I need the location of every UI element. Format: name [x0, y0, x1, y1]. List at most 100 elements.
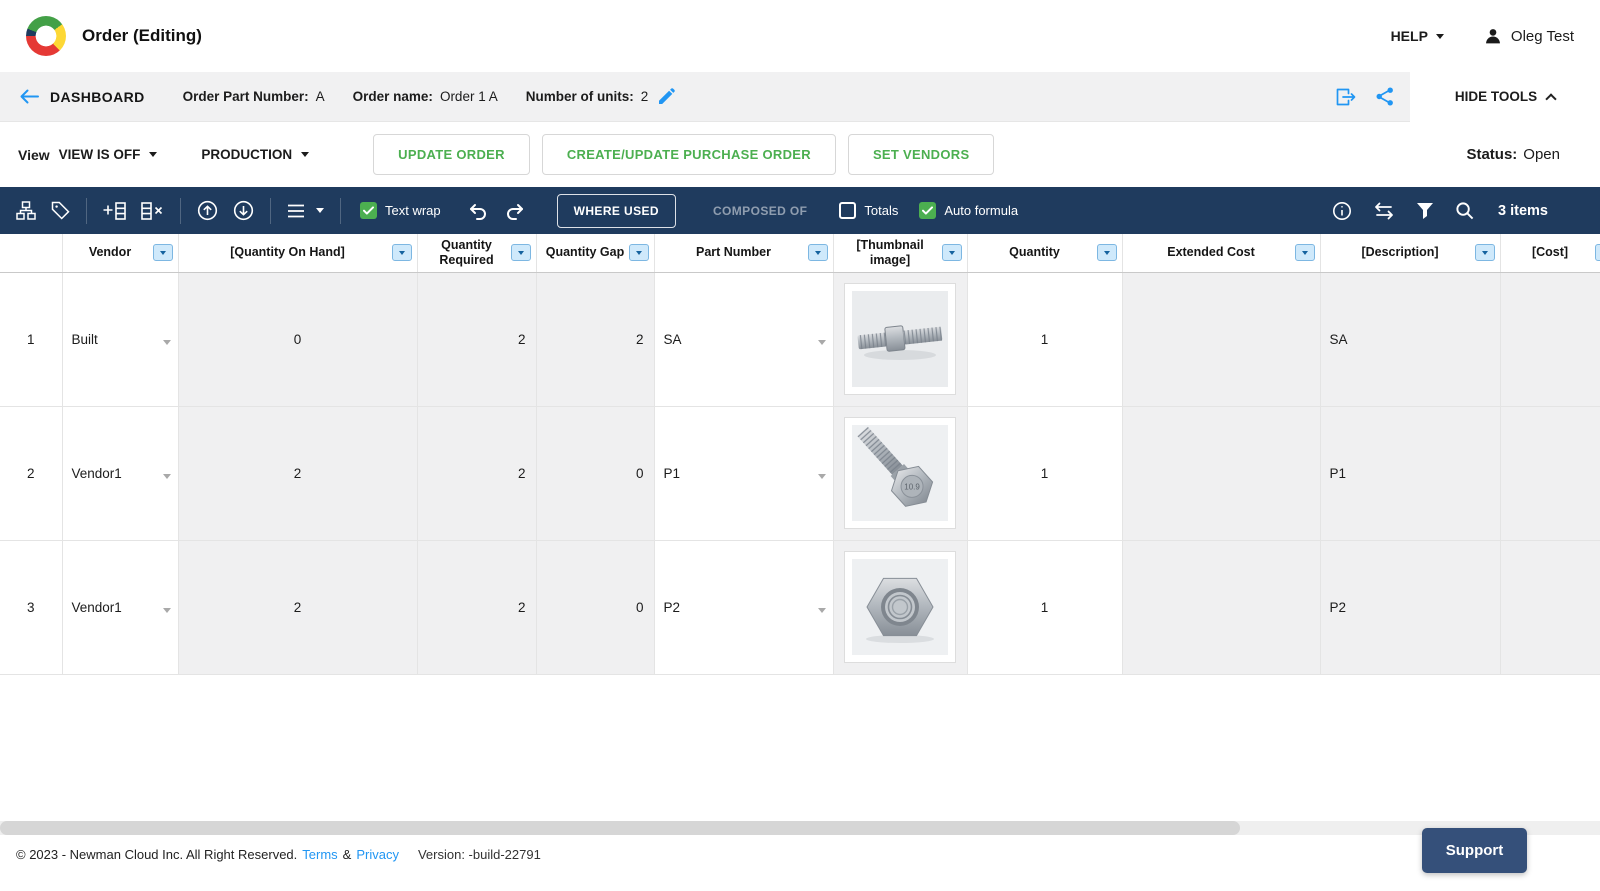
back-to-dashboard[interactable]: DASHBOARD: [20, 89, 145, 105]
order-part-number-label: Order Part Number:: [182, 89, 309, 104]
cell-extended-cost: [1122, 272, 1321, 407]
copyright-text: © 2023 - Newman Cloud Inc. All Right Res…: [16, 847, 298, 862]
caret-down-icon: [316, 208, 324, 213]
text-wrap-toggle[interactable]: Text wrap: [360, 202, 441, 219]
cell-quantity[interactable]: 1: [967, 406, 1123, 541]
filter-icon[interactable]: [391, 244, 412, 262]
terms-link[interactable]: Terms: [302, 847, 337, 862]
col-label: Quantity: [1009, 245, 1060, 260]
transfer-arrows-icon[interactable]: [1371, 200, 1397, 222]
help-menu[interactable]: HELP: [1391, 28, 1444, 44]
col-label: [Thumbnail image]: [856, 237, 924, 267]
toolbar-separator: [340, 197, 341, 224]
sitemap-icon[interactable]: [14, 199, 38, 222]
auto-formula-toggle[interactable]: Auto formula: [919, 202, 1018, 219]
privacy-link[interactable]: Privacy: [356, 847, 399, 862]
caret-down-icon: [301, 152, 310, 157]
dropdown-caret-icon[interactable]: [817, 333, 826, 348]
search-icon[interactable]: [1453, 199, 1476, 222]
move-down-icon[interactable]: [231, 198, 256, 223]
filter-icon[interactable]: [1414, 200, 1436, 222]
support-button[interactable]: Support: [1422, 828, 1527, 873]
filter-icon[interactable]: [628, 244, 649, 262]
create-update-purchase-order-button[interactable]: CREATE/UPDATE PURCHASE ORDER: [541, 134, 836, 175]
cell-quantity-gap: 0: [536, 406, 655, 541]
filter-icon[interactable]: [152, 244, 173, 262]
order-items-grid: Vendor [Quantity On Hand] Quantity Requi…: [0, 234, 1600, 675]
cell-quantity[interactable]: 1: [967, 540, 1123, 675]
production-dropdown[interactable]: PRODUCTION: [201, 147, 310, 162]
cell-vendor[interactable]: Vendor1: [62, 406, 179, 541]
where-used-button[interactable]: WHERE USED: [556, 193, 676, 228]
cell-part-number[interactable]: SA: [654, 272, 834, 407]
cell-extended-cost: [1122, 540, 1321, 675]
move-up-icon[interactable]: [195, 198, 220, 223]
cell-part-number[interactable]: P2: [654, 540, 834, 675]
view-label: View: [18, 146, 50, 163]
filter-icon[interactable]: [510, 244, 531, 262]
ampersand: &: [342, 847, 352, 862]
delete-line-icon[interactable]: [139, 200, 166, 222]
cell-quantity[interactable]: 1: [967, 272, 1123, 407]
bolt-assembly-thumbnail[interactable]: [844, 283, 956, 395]
cell-row-number: 2: [0, 406, 63, 541]
edit-pencil-icon[interactable]: [658, 88, 676, 105]
undo-icon[interactable]: [465, 200, 491, 222]
units-value: 2: [640, 89, 649, 104]
toolbar-separator: [86, 197, 87, 224]
cell-vendor[interactable]: Vendor1: [62, 540, 179, 675]
totals-toggle[interactable]: Totals: [839, 202, 898, 219]
filter-icon[interactable]: [1594, 244, 1600, 262]
cell-quantity-gap: 2: [536, 272, 655, 407]
order-name-label: Order name:: [352, 89, 433, 104]
dropdown-caret-icon[interactable]: [162, 467, 171, 482]
dropdown-caret-icon[interactable]: [162, 601, 171, 616]
filter-icon[interactable]: [807, 244, 828, 262]
checkbox-checked-icon: [360, 202, 377, 219]
composed-of-button[interactable]: COMPOSED OF: [713, 204, 807, 218]
export-icon[interactable]: [1336, 88, 1356, 106]
units-label: Number of units:: [525, 89, 634, 104]
checkbox-unchecked-icon: [839, 202, 857, 219]
cell-description: SA: [1320, 272, 1501, 407]
hex-nut-image: [852, 559, 948, 655]
dropdown-caret-icon[interactable]: [162, 333, 171, 348]
hex-bolt-thumbnail[interactable]: 10.9: [844, 417, 956, 529]
share-icon[interactable]: [1376, 87, 1394, 106]
cell-vendor[interactable]: Built: [62, 272, 179, 407]
dropdown-caret-icon[interactable]: [817, 467, 826, 482]
svg-text:10.9: 10.9: [904, 482, 920, 491]
cell-thumbnail: [833, 540, 968, 675]
filter-icon[interactable]: [1096, 244, 1117, 262]
user-menu[interactable]: Oleg Test: [1484, 27, 1574, 45]
scrollbar-thumb[interactable]: [0, 821, 1240, 835]
hex-nut-thumbnail[interactable]: [844, 551, 956, 663]
toolbar-separator: [180, 197, 181, 224]
view-dropdown[interactable]: View VIEW IS OFF: [18, 146, 158, 163]
toolbar-separator: [270, 197, 271, 224]
cell-part-number[interactable]: P1: [654, 406, 834, 541]
col-header-quantity-on-hand: [Quantity On Hand]: [178, 234, 418, 273]
hide-tools-button[interactable]: HIDE TOOLS: [1410, 71, 1600, 122]
user-name: Oleg Test: [1510, 27, 1574, 45]
cell-quantity-required: 2: [417, 540, 537, 675]
col-label: Quantity Gap: [545, 245, 625, 260]
dropdown-caret-icon[interactable]: [817, 601, 826, 616]
filter-icon[interactable]: [1294, 244, 1315, 262]
tag-icon[interactable]: [49, 199, 72, 222]
text-wrap-label: Text wrap: [385, 203, 441, 218]
filter-icon[interactable]: [1474, 244, 1495, 262]
filter-icon[interactable]: [941, 244, 962, 262]
table-row: 1 Built 0 2 2 SA 1 SA: [0, 272, 1600, 407]
redo-icon[interactable]: [502, 200, 528, 222]
add-line-icon[interactable]: [101, 200, 128, 222]
cell-quantity-required: 2: [417, 406, 537, 541]
set-vendors-button[interactable]: SET VENDORS: [847, 134, 995, 175]
row-height-menu[interactable]: [285, 202, 326, 220]
info-icon[interactable]: [1330, 199, 1354, 223]
page-title: Order (Editing): [82, 26, 202, 45]
update-order-button[interactable]: UPDATE ORDER: [373, 134, 530, 175]
top-header: Order (Editing) HELP Oleg Test: [0, 0, 1600, 72]
hamburger-icon: [288, 204, 304, 217]
col-label: Part Number: [695, 245, 772, 260]
